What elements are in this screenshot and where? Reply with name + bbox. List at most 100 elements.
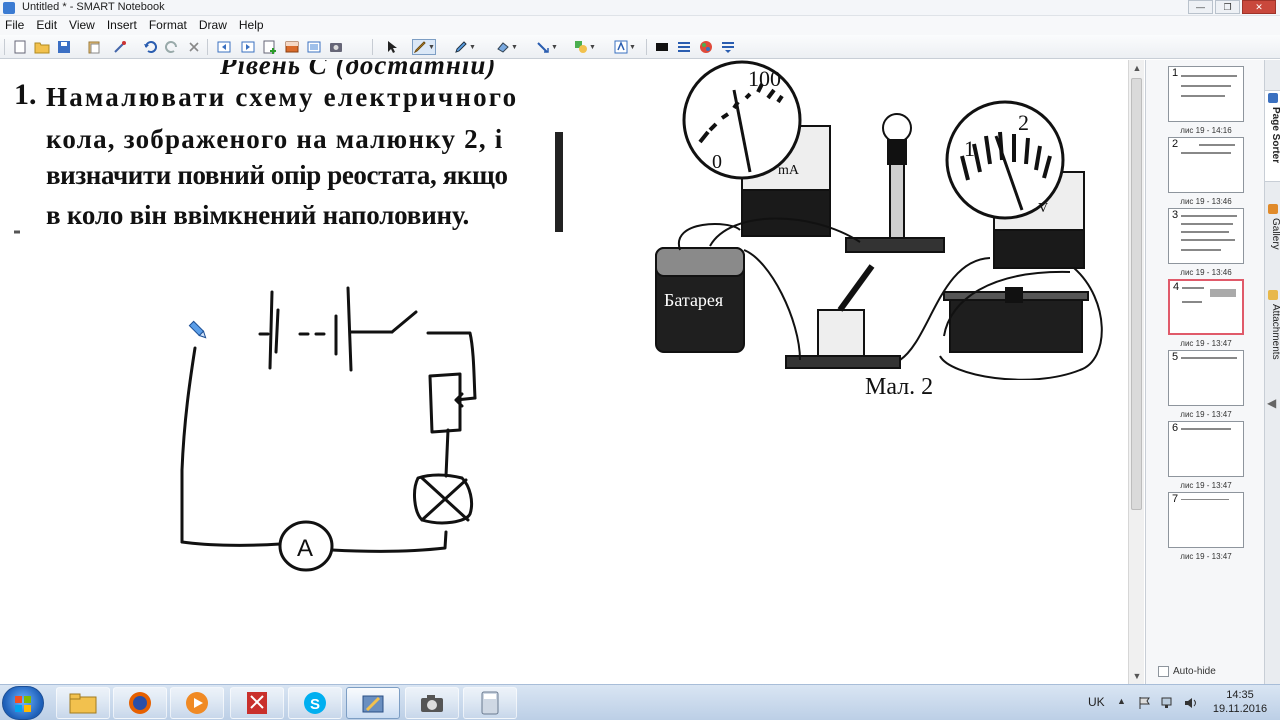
calculator-icon (481, 691, 499, 715)
toolbar-separator (372, 39, 373, 55)
gallery-icon (1268, 204, 1278, 214)
menu-help[interactable]: Help (234, 16, 271, 35)
select-arrow-icon[interactable] (384, 39, 400, 55)
menu-insert[interactable]: Insert (102, 16, 144, 35)
pen-tool-icon[interactable]: ▼ (412, 39, 436, 55)
line-tool-icon[interactable]: ▼ (534, 39, 560, 55)
screen-capture-icon[interactable] (328, 39, 344, 55)
page-thumbnail-3[interactable]: 3 лис 19 - 13:46 (1168, 208, 1244, 277)
attachments-icon (1268, 290, 1278, 300)
auto-hide-label: Auto-hide (1173, 666, 1216, 677)
menu-file[interactable]: File (0, 16, 31, 35)
menu-format[interactable]: Format (144, 16, 194, 35)
page-thumbnail-7[interactable]: 7 лис 19 - 13:47 (1168, 492, 1244, 561)
camera-icon (421, 695, 443, 712)
fill-color-icon[interactable] (654, 39, 670, 55)
start-button[interactable] (2, 686, 44, 720)
page-thumbnail-4[interactable]: 4 лис 19 - 13:47 (1168, 279, 1244, 348)
rheostat-slider (1005, 287, 1023, 303)
open-folder-icon[interactable] (34, 39, 50, 55)
creative-pen-icon[interactable]: ▼ (452, 39, 478, 55)
tray-expand-arrow-icon[interactable]: ▲ (1117, 696, 1126, 706)
system-clock[interactable]: 14:35 19.11.2016 (1208, 688, 1272, 716)
redo-icon[interactable] (164, 39, 180, 55)
tab-attachments[interactable]: Attachments (1265, 288, 1280, 388)
menu-bar: File Edit View Insert Format Draw Help (0, 16, 1280, 35)
screen-shade-icon[interactable] (284, 39, 300, 55)
shapes-icon[interactable]: ▼ (572, 39, 598, 55)
menu-edit[interactable]: Edit (31, 16, 64, 35)
add-page-icon[interactable] (262, 39, 278, 55)
scroll-up-arrow-icon[interactable]: ▲ (1129, 60, 1145, 76)
maximize-button[interactable]: ❐ (1215, 0, 1240, 14)
taskbar-firefox[interactable] (113, 687, 167, 719)
taskbar-explorer[interactable] (56, 687, 110, 719)
tab-page-sorter[interactable]: Page Sorter (1265, 90, 1280, 182)
auto-hide-checkbox[interactable]: Auto-hide (1158, 666, 1216, 677)
page-thumbnail-1[interactable]: 1 лис 19 - 14:16 (1168, 66, 1244, 135)
text-tool-icon[interactable]: ▼ (612, 39, 638, 55)
previous-page-icon[interactable] (216, 39, 232, 55)
page-number: 3 (1172, 209, 1179, 221)
taskbar-skype[interactable]: S (288, 687, 342, 719)
collapse-arrow-icon[interactable]: ◀ (1267, 396, 1276, 410)
close-button[interactable]: ✕ (1242, 0, 1276, 14)
lamp-socket (887, 139, 907, 165)
page-thumbnail-5[interactable]: 5 лис 19 - 13:47 (1168, 350, 1244, 419)
new-page-icon[interactable] (12, 39, 28, 55)
notebook-page-canvas[interactable]: Рівень С (достатній) 1. Намалювати схему… (0, 60, 1128, 684)
taskbar-smart-notebook[interactable] (346, 687, 400, 719)
lamp-base (845, 237, 945, 253)
smart-notebook-window: Untitled * - SMART Notebook — ❐ ✕ File E… (0, 0, 1280, 720)
ink-wire-bottom-right (330, 530, 448, 553)
color-palette-icon[interactable] (698, 39, 714, 55)
ink-rheostat-slider (454, 392, 477, 408)
page-thumbnail-6[interactable]: 6 лис 19 - 13:47 (1168, 421, 1244, 490)
tools-icon[interactable] (112, 39, 128, 55)
eraser-icon[interactable]: ▼ (494, 39, 520, 55)
ammeter-base (741, 189, 831, 237)
smart-notebook-app-icon (3, 2, 15, 14)
ammeter-scale-100: 100 (748, 66, 781, 91)
voltmeter-unit-label: V (1038, 201, 1048, 216)
scroll-thumb[interactable] (1131, 78, 1142, 510)
ammeter-dial-magnifier (682, 60, 802, 180)
paste-icon[interactable] (86, 39, 102, 55)
voltmeter-base (993, 229, 1085, 269)
ink-battery-plate-4 (346, 286, 353, 372)
taskbar-pdf-app[interactable] (230, 687, 284, 719)
save-icon[interactable] (56, 39, 72, 55)
menu-view[interactable]: View (64, 16, 102, 35)
page-sorter-icon (1268, 93, 1278, 103)
ink-battery-plate-2 (274, 308, 280, 354)
tab-page-sorter-label: Page Sorter (1270, 107, 1280, 164)
undo-icon[interactable] (142, 39, 158, 55)
checkbox-icon[interactable] (1158, 666, 1169, 677)
action-center-flag-icon[interactable] (1137, 695, 1153, 711)
window-title: Untitled * - SMART Notebook (22, 1, 165, 13)
clock-date: 19.11.2016 (1212, 703, 1268, 715)
tab-gallery[interactable]: Gallery (1265, 202, 1280, 268)
lamp-bulb (882, 113, 912, 143)
vertical-scrollbar[interactable]: ▲ ▼ (1128, 60, 1144, 684)
menu-draw[interactable]: Draw (194, 16, 234, 35)
taskbar-calculator[interactable] (463, 687, 517, 719)
minimize-button[interactable]: — (1188, 0, 1213, 14)
next-page-icon[interactable] (240, 39, 256, 55)
line-style-icon[interactable] (676, 39, 692, 55)
taskbar-camera[interactable] (405, 687, 459, 719)
scroll-down-arrow-icon[interactable]: ▼ (1129, 668, 1145, 684)
taskbar-media-player[interactable] (170, 687, 224, 719)
ink-lamp-cross (420, 476, 470, 522)
circuit-illustration-figure: 100 0 mA 1 2 V (655, 60, 1103, 380)
volume-icon[interactable] (1183, 695, 1199, 711)
page-thumbnail-caption: лис 19 - 13:46 (1180, 268, 1232, 277)
delete-icon[interactable] (186, 39, 202, 55)
full-screen-icon[interactable] (306, 39, 322, 55)
page-thumbnail-2[interactable]: 2 лис 19 - 13:46 (1168, 137, 1244, 206)
clock-time: 14:35 (1226, 689, 1254, 701)
network-icon[interactable] (1160, 695, 1176, 711)
language-indicator[interactable]: UK (1088, 695, 1105, 709)
svg-text:S: S (310, 696, 320, 713)
properties-icon[interactable] (720, 39, 736, 55)
